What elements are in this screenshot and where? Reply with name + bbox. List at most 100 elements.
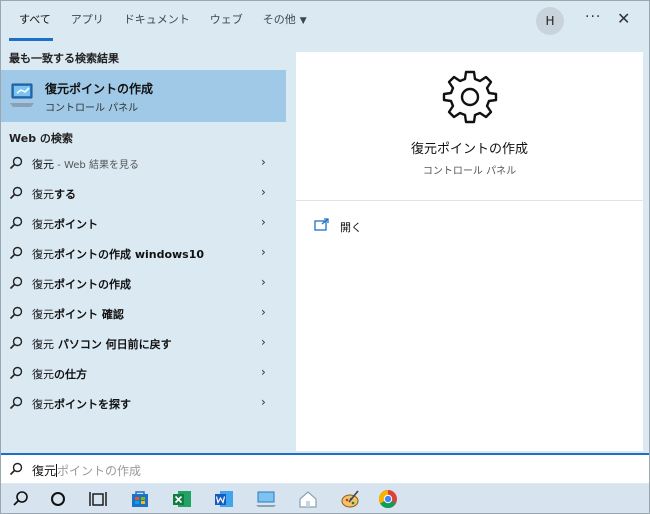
chevron-right-icon[interactable]: ›	[261, 275, 266, 289]
tab-label: すべて	[19, 13, 51, 26]
divider	[296, 200, 643, 201]
suggestion-completion: ポイントの作成	[54, 278, 131, 291]
tab-web[interactable]: ウェブ	[200, 1, 253, 41]
suggestion-completion: ポイント	[54, 218, 98, 231]
suggestion-completion: の仕方	[54, 368, 87, 381]
task-view-icon[interactable]	[87, 488, 109, 510]
search-icon	[9, 216, 23, 230]
detail-panel: 復元ポイントの作成 コントロール パネル 開く	[296, 52, 643, 451]
suggestion-text: 復元の仕方	[32, 366, 87, 382]
suggestion-completion: ポイントの作成 windows10	[54, 248, 205, 261]
suggestion-query: 復元	[32, 218, 54, 231]
open-icon	[314, 218, 329, 231]
tab-label: ドキュメント	[123, 13, 190, 26]
suggestion-completion: する	[54, 188, 76, 201]
web-suggestion-item[interactable]: 復元する ›	[1, 178, 286, 208]
best-match-item[interactable]: 復元ポイントの作成 コントロール パネル	[1, 70, 286, 122]
suggestion-text: 復元 パソコン 何日前に戻す	[32, 336, 172, 352]
search-typed-text: 復元	[32, 464, 57, 478]
more-options-icon[interactable]: ···	[585, 9, 601, 25]
gear-icon	[442, 70, 498, 124]
search-icon	[9, 366, 23, 380]
chevron-right-icon[interactable]: ›	[261, 185, 266, 199]
suggestion-query: 復元	[32, 188, 54, 201]
suggestion-text: 復元ポイント 確認	[32, 306, 124, 322]
search-icon[interactable]	[9, 488, 31, 510]
tab-documents[interactable]: ドキュメント	[114, 1, 200, 41]
search-input[interactable]: 復元ポイントの作成	[1, 453, 649, 483]
suggestion-query: 復元	[32, 368, 54, 381]
cortana-icon[interactable]	[47, 488, 69, 510]
tab-apps[interactable]: アプリ	[61, 1, 114, 41]
chevron-right-icon[interactable]: ›	[261, 395, 266, 409]
taskbar	[1, 484, 649, 513]
tab-more-categories[interactable]: その他 ▼	[253, 1, 317, 41]
suggestion-text: 復元ポイントの作成 windows10	[32, 246, 204, 262]
web-suggestion-item[interactable]: 復元の仕方 ›	[1, 358, 286, 388]
word-icon[interactable]	[213, 488, 235, 510]
web-suggestion-item[interactable]: 復元ポイントの作成 ›	[1, 268, 286, 298]
web-suggestion-item[interactable]: 復元ポイントの作成 windows10 ›	[1, 238, 286, 268]
avatar[interactable]: H	[536, 7, 564, 35]
suggestion-completion: パソコン 何日前に戻す	[54, 338, 172, 351]
best-match-title: 復元ポイントの作成	[45, 82, 154, 96]
chevron-right-icon[interactable]: ›	[261, 155, 266, 169]
suggestion-text: 復元ポイント	[32, 216, 98, 232]
excel-icon[interactable]	[171, 488, 193, 510]
tab-label: ウェブ	[209, 13, 243, 26]
chevron-right-icon[interactable]: ›	[261, 335, 266, 349]
chrome-icon[interactable]	[377, 488, 399, 510]
suggestion-text: 復元ポイントを探す	[32, 396, 131, 412]
store-icon[interactable]	[129, 488, 151, 510]
search-icon	[9, 156, 23, 170]
search-header: すべて アプリ ドキュメント ウェブ その他 ▼ H ··· ✕	[1, 1, 649, 41]
suggestion-query: 復元	[32, 278, 54, 291]
pc-icon[interactable]	[255, 488, 277, 510]
suggestion-text: 復元ポイントの作成	[32, 276, 131, 292]
suggestion-hint: - Web 結果を見る	[54, 160, 139, 171]
suggestion-query: 復元	[32, 248, 54, 261]
chevron-right-icon[interactable]: ›	[261, 305, 266, 319]
home-icon[interactable]	[297, 488, 319, 510]
detail-subtitle: コントロール パネル	[422, 166, 517, 177]
suggestion-completion: ポイントを探す	[54, 398, 131, 411]
chevron-right-icon[interactable]: ›	[261, 245, 266, 259]
search-icon	[9, 462, 23, 476]
web-search-heading: Web の検索	[9, 132, 73, 145]
best-match-heading: 最も一致する検索結果	[9, 52, 119, 65]
search-autocomplete-text: ポイントの作成	[57, 464, 142, 478]
suggestion-query: 復元	[32, 308, 54, 321]
web-suggestion-item[interactable]: 復元 - Web 結果を見る ›	[1, 148, 286, 178]
results-panel: 最も一致する検索結果 復元ポイントの作成 コントロール パネル Web の検索 …	[1, 41, 286, 451]
control-panel-icon	[10, 83, 34, 107]
suggestion-text: 復元する	[32, 186, 76, 202]
chevron-down-icon: ▼	[299, 16, 307, 26]
paint-icon[interactable]	[339, 488, 361, 510]
web-suggestion-item[interactable]: 復元ポイント ›	[1, 208, 286, 238]
suggestion-query: 復元	[32, 398, 54, 411]
close-icon[interactable]: ✕	[617, 9, 630, 28]
suggestion-completion: ポイント 確認	[54, 308, 124, 321]
search-icon	[9, 396, 23, 410]
search-icon	[9, 186, 23, 200]
open-label: 開く	[340, 221, 362, 234]
web-suggestion-item[interactable]: 復元 パソコン 何日前に戻す ›	[1, 328, 286, 358]
filter-tabs: すべて アプリ ドキュメント ウェブ その他 ▼	[1, 1, 317, 41]
search-query: 復元ポイントの作成	[32, 462, 141, 479]
detail-title: 復元ポイントの作成	[410, 142, 528, 157]
search-icon	[9, 306, 23, 320]
suggestion-query: 復元	[32, 158, 54, 171]
search-icon	[9, 246, 23, 260]
chevron-right-icon[interactable]: ›	[261, 365, 266, 379]
tab-label: その他	[262, 13, 296, 26]
web-suggestion-item[interactable]: 復元ポイント 確認 ›	[1, 298, 286, 328]
search-icon	[9, 276, 23, 290]
web-suggestion-item[interactable]: 復元ポイントを探す ›	[1, 388, 286, 418]
tab-all[interactable]: すべて	[1, 1, 61, 41]
suggestion-text: 復元 - Web 結果を見る	[32, 156, 139, 172]
suggestion-query: 復元	[32, 338, 54, 351]
chevron-right-icon[interactable]: ›	[261, 215, 266, 229]
best-match-subtitle: コントロール パネル	[45, 103, 139, 114]
tab-label: アプリ	[70, 13, 104, 26]
search-icon	[9, 336, 23, 350]
